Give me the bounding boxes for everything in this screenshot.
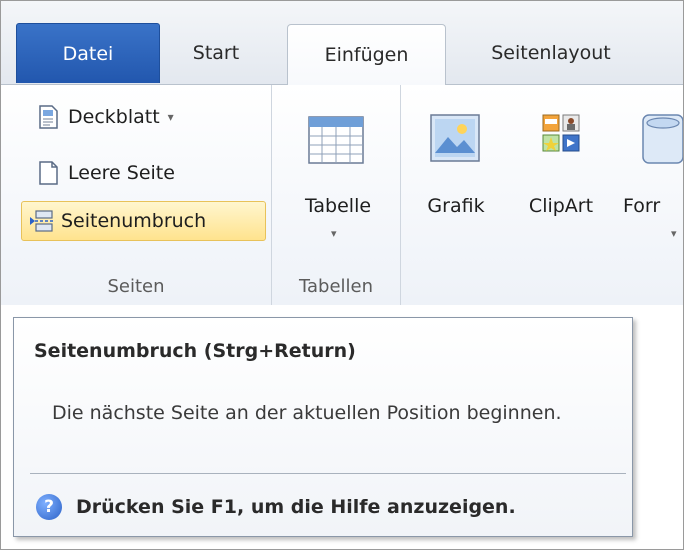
picture-icon: [429, 113, 481, 163]
tab-datei-label: Datei: [62, 42, 114, 65]
page-break-icon: [30, 209, 53, 233]
deckblatt-dropdown-arrow: ▾: [167, 110, 174, 124]
tab-einfuegen-label: Einfügen: [324, 44, 409, 66]
help-icon: ?: [36, 494, 62, 520]
blank-page-icon: [37, 161, 59, 185]
ribbon-einfuegen: Deckblatt ▾ Leere Seite Seitenumbruch Se…: [1, 84, 683, 305]
tooltip-help-row: ? Drücken Sie F1, um die Hilfe anzuzeige…: [36, 494, 516, 520]
tabelle-label: Tabelle: [304, 195, 372, 217]
tooltip-description: Die nächste Seite an der aktuellen Posit…: [52, 402, 562, 424]
ribbon-tab-strip: Datei Start Einfügen Seitenlayout: [1, 1, 683, 85]
shapes-icon: [639, 113, 683, 165]
tabellen-group-label: Tabellen: [298, 275, 374, 297]
seiten-group-label: Seiten: [107, 275, 165, 297]
cover-page-icon: [37, 105, 59, 129]
table-icon: [307, 115, 365, 165]
tab-start-label: Start: [192, 42, 240, 64]
clipart-icon: [541, 113, 581, 153]
tooltip-help-text: Drücken Sie F1, um die Hilfe anzuzeigen.: [76, 496, 516, 518]
tooltip-title: Seitenumbruch (Strg+Return): [34, 340, 356, 362]
tab-start[interactable]: Start: [166, 22, 266, 84]
grafik-button[interactable]: Grafik: [411, 91, 501, 269]
deckblatt-label: Deckblatt: [68, 106, 160, 128]
word-window: Datei Start Einfügen Seitenlayout Deckbl…: [0, 0, 684, 550]
formen-button[interactable]: Forr ▾: [619, 91, 683, 269]
tab-seitenlayout[interactable]: Seitenlayout: [456, 22, 646, 84]
formen-label: Forr: [623, 195, 661, 217]
formen-dropdown-arrow: ▾: [671, 227, 677, 240]
leere-seite-label: Leere Seite: [68, 162, 175, 184]
tab-einfuegen[interactable]: Einfügen: [287, 24, 446, 85]
clipart-label: ClipArt: [528, 195, 594, 217]
tab-datei[interactable]: Datei: [16, 23, 160, 83]
group-separator: [271, 85, 272, 305]
seitenumbruch-label: Seitenumbruch: [61, 210, 207, 232]
tab-seitenlayout-label: Seitenlayout: [491, 42, 611, 64]
deckblatt-button[interactable]: Deckblatt ▾: [21, 99, 182, 135]
tabelle-dropdown-arrow: ▾: [331, 227, 337, 240]
seitenumbruch-tooltip: Seitenumbruch (Strg+Return) Die nächste …: [13, 317, 633, 537]
group-separator: [400, 85, 401, 305]
tooltip-divider: [30, 473, 626, 474]
clipart-button[interactable]: ClipArt: [511, 91, 611, 269]
leere-seite-button[interactable]: Leere Seite: [21, 155, 183, 191]
grafik-label: Grafik: [427, 195, 485, 217]
seitenumbruch-button[interactable]: Seitenumbruch: [21, 201, 266, 241]
tabelle-button[interactable]: Tabelle ▾: [279, 91, 397, 269]
